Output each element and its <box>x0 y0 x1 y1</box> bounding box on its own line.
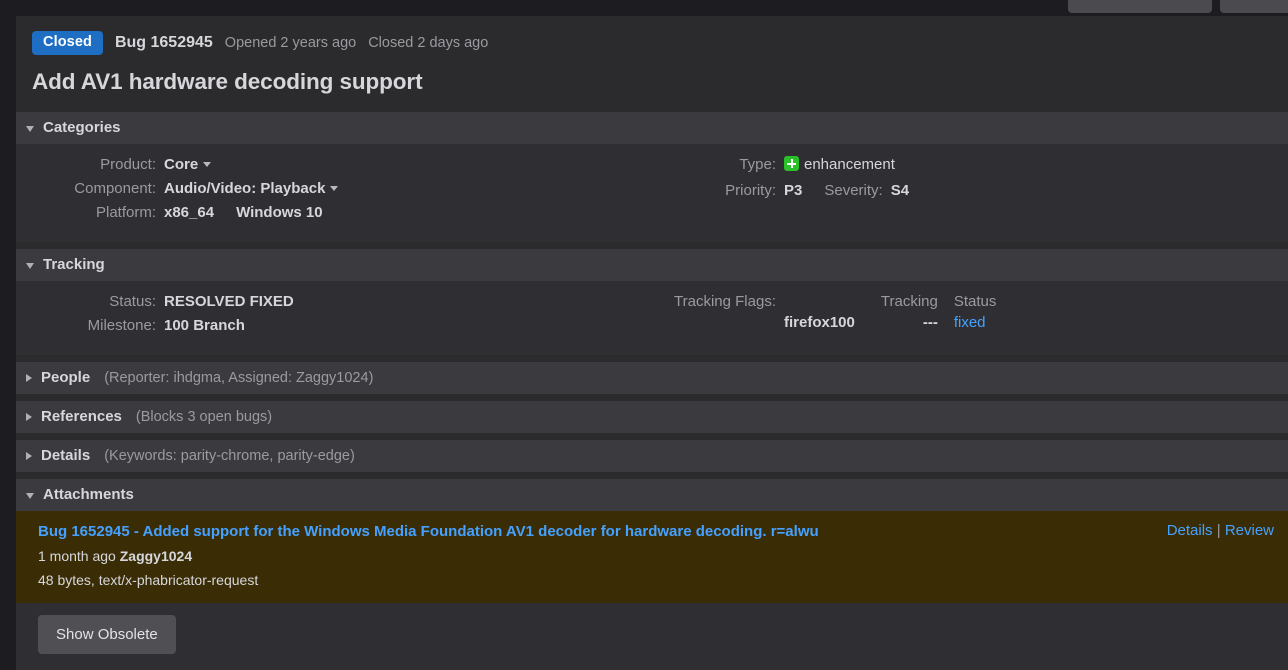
field-component: Component: Audio/Video: Playback <box>16 180 652 197</box>
top-toolbar-button-2[interactable] <box>1220 0 1288 13</box>
page-title: Add AV1 hardware decoding support <box>32 69 1272 95</box>
bug-header: Closed Bug 1652945 Opened 2 years ago Cl… <box>16 16 1288 105</box>
type-value-text: enhancement <box>804 156 895 173</box>
section-title-tracking: Tracking <box>43 256 105 273</box>
field-type: Type: enhancement <box>652 156 1288 173</box>
section-title-attachments: Attachments <box>43 486 134 503</box>
bug-opened-date: Opened 2 years ago <box>225 35 356 51</box>
tracking-left-column: Status: RESOLVED FIXED Milestone: 100 Br… <box>16 293 652 341</box>
field-label-milestone: Milestone: <box>16 317 156 334</box>
section-summary-references: (Blocks 3 open bugs) <box>136 409 272 425</box>
top-toolbar <box>0 0 1288 14</box>
field-label-tracking-flags: Tracking Flags: <box>652 293 776 331</box>
table-row: firefox100 --- fixed <box>784 314 996 331</box>
section-attachments: Attachments Bug 1652945 - Added support … <box>16 479 1288 670</box>
flag-name: firefox100 <box>784 314 855 331</box>
chevron-right-icon <box>26 413 32 421</box>
status-badge: Closed <box>32 31 103 55</box>
chevron-right-icon <box>26 452 32 460</box>
section-header-tracking[interactable]: Tracking <box>16 249 1288 281</box>
attachments-footer: Show Obsolete <box>16 603 1288 670</box>
column-header-status: Status <box>938 293 997 314</box>
field-value-severity[interactable]: S4 <box>891 182 909 199</box>
field-value-platform-os: Windows 10 <box>236 204 323 221</box>
section-summary-people: (Reporter: ihdgma, Assigned: Zaggy1024) <box>104 370 373 386</box>
field-value-platform-arch: x86_64 <box>164 204 214 221</box>
tracking-flags: Tracking Flags: Tracking Status firefox1 <box>652 293 1288 331</box>
tracking-right-column: Tracking Flags: Tracking Status firefox1 <box>652 293 1288 341</box>
field-label-priority: Priority: <box>652 182 776 199</box>
section-header-people[interactable]: People (Reporter: ihdgma, Assigned: Zagg… <box>16 362 1288 394</box>
attachment-actions: Details | Review <box>1147 522 1274 539</box>
field-product: Product: Core <box>16 156 652 173</box>
attachment-info: Bug 1652945 - Added support for the Wind… <box>38 522 819 590</box>
attachments-body: Bug 1652945 - Added support for the Wind… <box>16 511 1288 670</box>
section-title-details: Details <box>41 447 90 464</box>
field-value-priority[interactable]: P3 <box>784 182 802 199</box>
field-value-component[interactable]: Audio/Video: Playback <box>164 180 338 197</box>
component-value-text: Audio/Video: Playback <box>164 180 325 197</box>
field-label-component: Component: <box>16 180 156 197</box>
section-details: Details (Keywords: parity-chrome, parity… <box>16 440 1288 472</box>
field-value-type[interactable]: enhancement <box>784 156 895 173</box>
field-label-severity: Severity: <box>824 182 882 199</box>
section-header-categories[interactable]: Categories <box>16 112 1288 144</box>
tracking-flags-table: Tracking Status firefox100 --- fixed <box>784 293 996 331</box>
section-title-people: People <box>41 369 90 386</box>
plus-square-icon <box>784 156 799 171</box>
field-platform: Platform: x86_64 Windows 10 <box>16 204 652 221</box>
chevron-down-icon <box>203 162 211 167</box>
field-value-status[interactable]: RESOLVED FIXED <box>164 293 294 310</box>
section-tracking: Tracking Status: RESOLVED FIXED Mileston… <box>16 249 1288 355</box>
attachment-title-link[interactable]: Bug 1652945 - Added support for the Wind… <box>38 522 819 542</box>
section-body-tracking: Status: RESOLVED FIXED Milestone: 100 Br… <box>16 281 1288 355</box>
attachment-meta: 48 bytes, text/x-phabricator-request <box>38 570 819 590</box>
bug-meta-row: Closed Bug 1652945 Opened 2 years ago Cl… <box>32 30 1272 56</box>
section-references: References (Blocks 3 open bugs) <box>16 401 1288 433</box>
attachment-age: 1 month ago <box>38 548 116 564</box>
column-header-flag-name <box>784 293 855 314</box>
field-value-milestone[interactable]: 100 Branch <box>164 317 245 334</box>
column-header-tracking: Tracking <box>855 293 938 314</box>
section-body-categories: Product: Core Component: Audio/Video: Pl… <box>16 144 1288 242</box>
attachment-details-link[interactable]: Details <box>1167 522 1213 539</box>
product-value-text: Core <box>164 156 198 173</box>
field-status: Status: RESOLVED FIXED <box>16 293 652 310</box>
section-title-references: References <box>41 408 122 425</box>
bug-closed-date: Closed 2 days ago <box>368 35 488 51</box>
bug-id: Bug 1652945 <box>115 34 213 52</box>
flag-status-link[interactable]: fixed <box>954 314 986 331</box>
section-categories: Categories Product: Core Component: Audi… <box>16 112 1288 242</box>
attachment-item: Bug 1652945 - Added support for the Wind… <box>16 511 1288 603</box>
flag-tracking-value[interactable]: --- <box>855 314 938 331</box>
section-summary-details: (Keywords: parity-chrome, parity-edge) <box>104 448 355 464</box>
action-separator: | <box>1217 522 1221 539</box>
bug-panel: Closed Bug 1652945 Opened 2 years ago Cl… <box>16 16 1288 670</box>
field-label-platform: Platform: <box>16 204 156 221</box>
field-label-type: Type: <box>652 156 776 173</box>
show-obsolete-button[interactable]: Show Obsolete <box>38 615 176 654</box>
section-title-categories: Categories <box>43 119 121 136</box>
attachment-review-link[interactable]: Review <box>1225 522 1274 539</box>
attachment-author: Zaggy1024 <box>120 548 192 564</box>
top-toolbar-button-1[interactable] <box>1068 0 1212 13</box>
field-priority-severity: Priority: P3 Severity: S4 <box>652 182 1288 199</box>
chevron-down-icon <box>26 263 34 269</box>
categories-right-column: Type: enhancement Priority: P3 Severity:… <box>652 156 1288 228</box>
section-header-attachments[interactable]: Attachments <box>16 479 1288 511</box>
categories-left-column: Product: Core Component: Audio/Video: Pl… <box>16 156 652 228</box>
table-header-row: Tracking Status <box>784 293 996 314</box>
field-label-status: Status: <box>16 293 156 310</box>
chevron-right-icon <box>26 374 32 382</box>
attachment-author-line: 1 month ago Zaggy1024 <box>38 546 819 566</box>
chevron-down-icon <box>26 126 34 132</box>
chevron-down-icon <box>26 493 34 499</box>
chevron-down-icon <box>330 186 338 191</box>
field-value-product[interactable]: Core <box>164 156 211 173</box>
section-people: People (Reporter: ihdgma, Assigned: Zagg… <box>16 362 1288 394</box>
section-header-references[interactable]: References (Blocks 3 open bugs) <box>16 401 1288 433</box>
field-milestone: Milestone: 100 Branch <box>16 317 652 334</box>
field-label-product: Product: <box>16 156 156 173</box>
section-header-details[interactable]: Details (Keywords: parity-chrome, parity… <box>16 440 1288 472</box>
